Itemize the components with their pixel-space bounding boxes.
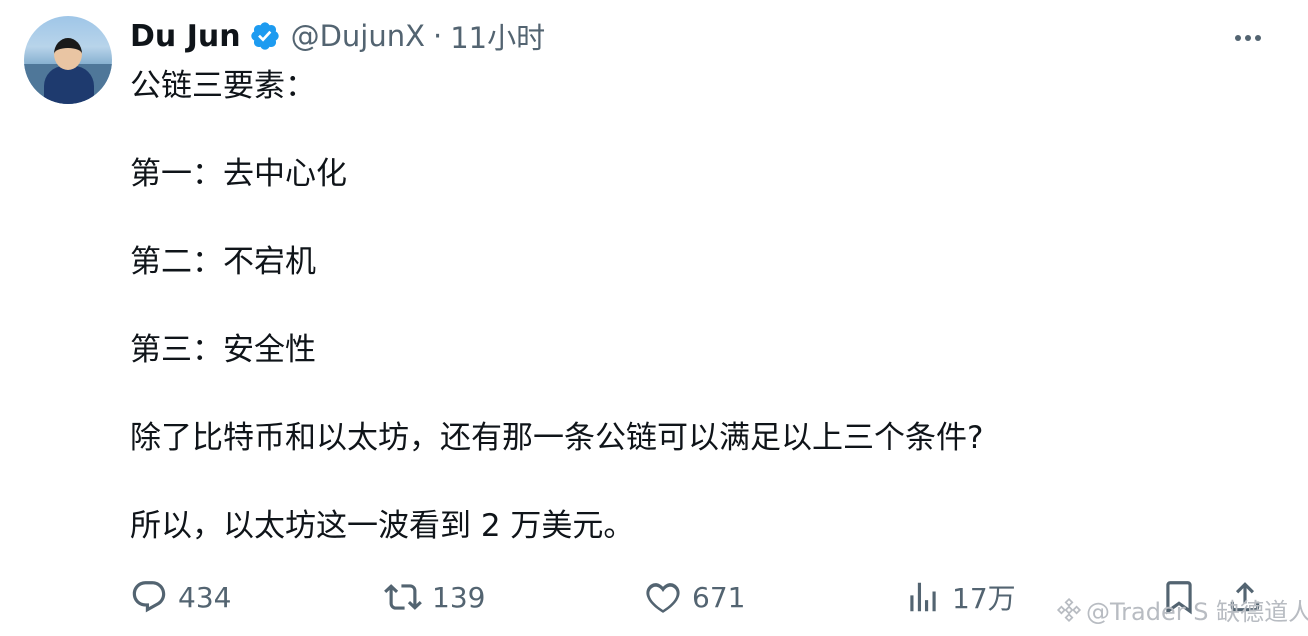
- tweet-header: Du Jun @DujunX · 11小时: [130, 14, 545, 58]
- reply-count: 434: [178, 580, 232, 614]
- more-dot-icon: [1255, 35, 1261, 41]
- heart-icon: [646, 583, 680, 613]
- like-count: 671: [692, 580, 746, 614]
- retweet-icon: [384, 584, 422, 610]
- watermark: @Trader S 缺德道人: [1056, 592, 1308, 627]
- tweet-body: 公链三要素： 第一：去中心化 第二：不宕机 第三：安全性 除了比特币和以太坊，还…: [130, 68, 984, 544]
- reply-button[interactable]: 434: [130, 570, 231, 624]
- time-separator: ·: [433, 19, 443, 53]
- more-dot-icon: [1235, 35, 1241, 41]
- author-avatar[interactable]: [24, 16, 112, 104]
- author-name[interactable]: Du Jun: [130, 19, 241, 54]
- author-handle[interactable]: @DujunX: [291, 19, 425, 53]
- views-button[interactable]: 17万: [904, 570, 1016, 624]
- retweet-count: 139: [432, 580, 486, 614]
- retweet-button[interactable]: 139: [384, 570, 485, 624]
- reply-icon: [132, 581, 166, 613]
- watermark-text: @Trader S 缺德道人: [1086, 598, 1308, 626]
- views-count: 17万: [952, 582, 1016, 615]
- like-button[interactable]: 671: [644, 570, 745, 624]
- avatar-person: [44, 66, 94, 104]
- views-icon: [910, 582, 936, 612]
- binance-icon: [1056, 597, 1082, 622]
- avatar-face: [54, 38, 82, 70]
- more-options-button[interactable]: [1228, 20, 1268, 56]
- tweet-timestamp[interactable]: 11小时: [450, 15, 545, 57]
- more-dot-icon: [1245, 35, 1251, 41]
- verified-badge-icon[interactable]: [249, 20, 281, 52]
